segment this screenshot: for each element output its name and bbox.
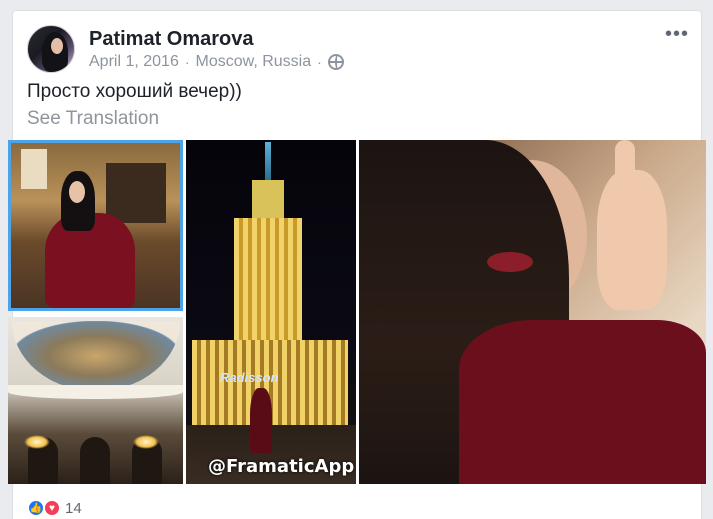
reactions-summary[interactable]: 👍 ♥ 14 xyxy=(27,499,82,517)
photo-dome-interior[interactable] xyxy=(8,317,183,484)
love-reaction-icon: ♥ xyxy=(43,499,61,517)
photo-building-sign: Radisson xyxy=(220,370,279,385)
photo-selfie-lips xyxy=(487,252,533,272)
photo-dome-ring xyxy=(8,385,183,399)
meta-separator: · xyxy=(184,54,190,70)
meta-separator-2: · xyxy=(317,54,322,70)
photo-chandelier xyxy=(133,435,159,449)
photo-window xyxy=(21,149,47,189)
photo-watermark: @FramaticApp xyxy=(208,456,355,477)
photo-dome xyxy=(12,321,180,391)
author-name[interactable]: Patimat Omarova xyxy=(89,28,254,51)
photo-night-tower[interactable]: Radisson @FramaticApp xyxy=(186,140,356,484)
photo-chandelier xyxy=(24,435,50,449)
photo-figure xyxy=(250,388,272,453)
post-card: Patimat Omarova April 1, 2016 · Moscow, … xyxy=(8,10,706,519)
photo-tower-spire xyxy=(265,142,271,182)
photo-selfie-closeup[interactable] xyxy=(359,140,706,484)
photo-shelf xyxy=(106,163,166,223)
photo-arch xyxy=(80,437,110,484)
photo-hotel-lobby-woman[interactable] xyxy=(8,140,183,311)
post-meta: April 1, 2016 · Moscow, Russia · xyxy=(89,53,344,71)
photo-tower-body xyxy=(234,218,302,348)
post-text: Просто хороший вечер)) xyxy=(27,81,242,102)
author-avatar[interactable] xyxy=(27,25,75,73)
see-translation-link[interactable]: See Translation xyxy=(27,108,159,130)
photo-selfie-dress xyxy=(459,320,706,484)
avatar-face xyxy=(51,38,63,54)
photo-woman-face xyxy=(69,181,85,203)
more-options-icon[interactable]: ••• xyxy=(665,24,689,44)
post-location[interactable]: Moscow, Russia xyxy=(196,53,312,71)
photo-tower-top xyxy=(252,180,284,220)
globe-icon[interactable] xyxy=(327,54,344,70)
reaction-count: 14 xyxy=(65,499,82,517)
post-date[interactable]: April 1, 2016 xyxy=(89,53,179,71)
photo-selfie-finger xyxy=(615,140,635,200)
